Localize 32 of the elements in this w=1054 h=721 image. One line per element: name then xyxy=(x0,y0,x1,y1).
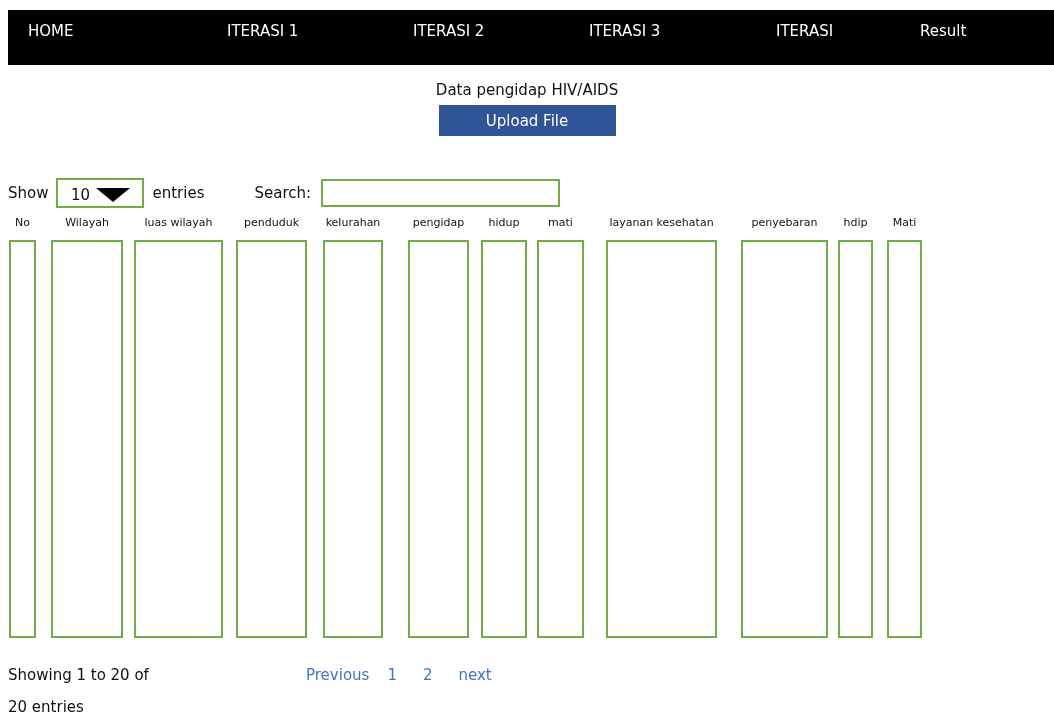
pagination-link[interactable]: 1 xyxy=(387,666,397,716)
nav-link[interactable]: ITERASI 3 xyxy=(589,22,661,40)
column-header: Wilayah xyxy=(65,216,109,231)
table-info-text: 20 entries xyxy=(8,698,85,716)
nav-link[interactable]: HOME xyxy=(28,22,74,40)
column-header: pengidap xyxy=(412,216,465,231)
column-header: hidup xyxy=(488,216,520,231)
column-header: Mati xyxy=(892,216,917,231)
column-header: luas wilayah xyxy=(144,216,213,231)
nav-link[interactable]: ITERASI 1 xyxy=(227,22,299,40)
column-header: hdip xyxy=(843,216,868,231)
entries-select[interactable]: 10 xyxy=(56,178,145,208)
pagination-link[interactable]: Previous xyxy=(306,666,370,716)
nav-link[interactable]: ITERASI xyxy=(776,22,834,40)
column-header: kelurahan xyxy=(325,216,381,231)
column-header: penduduk xyxy=(244,216,299,231)
column-header: layanan kesehatan xyxy=(609,216,714,231)
nav-link[interactable]: ITERASI 2 xyxy=(413,22,485,40)
entries-label: entries xyxy=(152,184,205,202)
column-header: penyebaran xyxy=(751,216,818,231)
pagination-link[interactable]: 2 xyxy=(422,666,433,716)
column-header: No xyxy=(15,216,30,231)
column-header: mati xyxy=(548,216,573,231)
upload-button[interactable]: Upload File xyxy=(438,105,616,136)
nav-link[interactable]: Result xyxy=(920,22,967,40)
pagination-link[interactable]: next xyxy=(458,666,492,716)
search-field[interactable] xyxy=(321,179,561,207)
search-label: Search: xyxy=(254,184,312,202)
dropdown-triangle-icon xyxy=(96,188,131,202)
show-label: Show xyxy=(8,184,49,202)
page-title: Data pengidap HIV/AIDS xyxy=(435,81,619,99)
table-info-text: Showing 1 to 20 of xyxy=(8,666,150,684)
